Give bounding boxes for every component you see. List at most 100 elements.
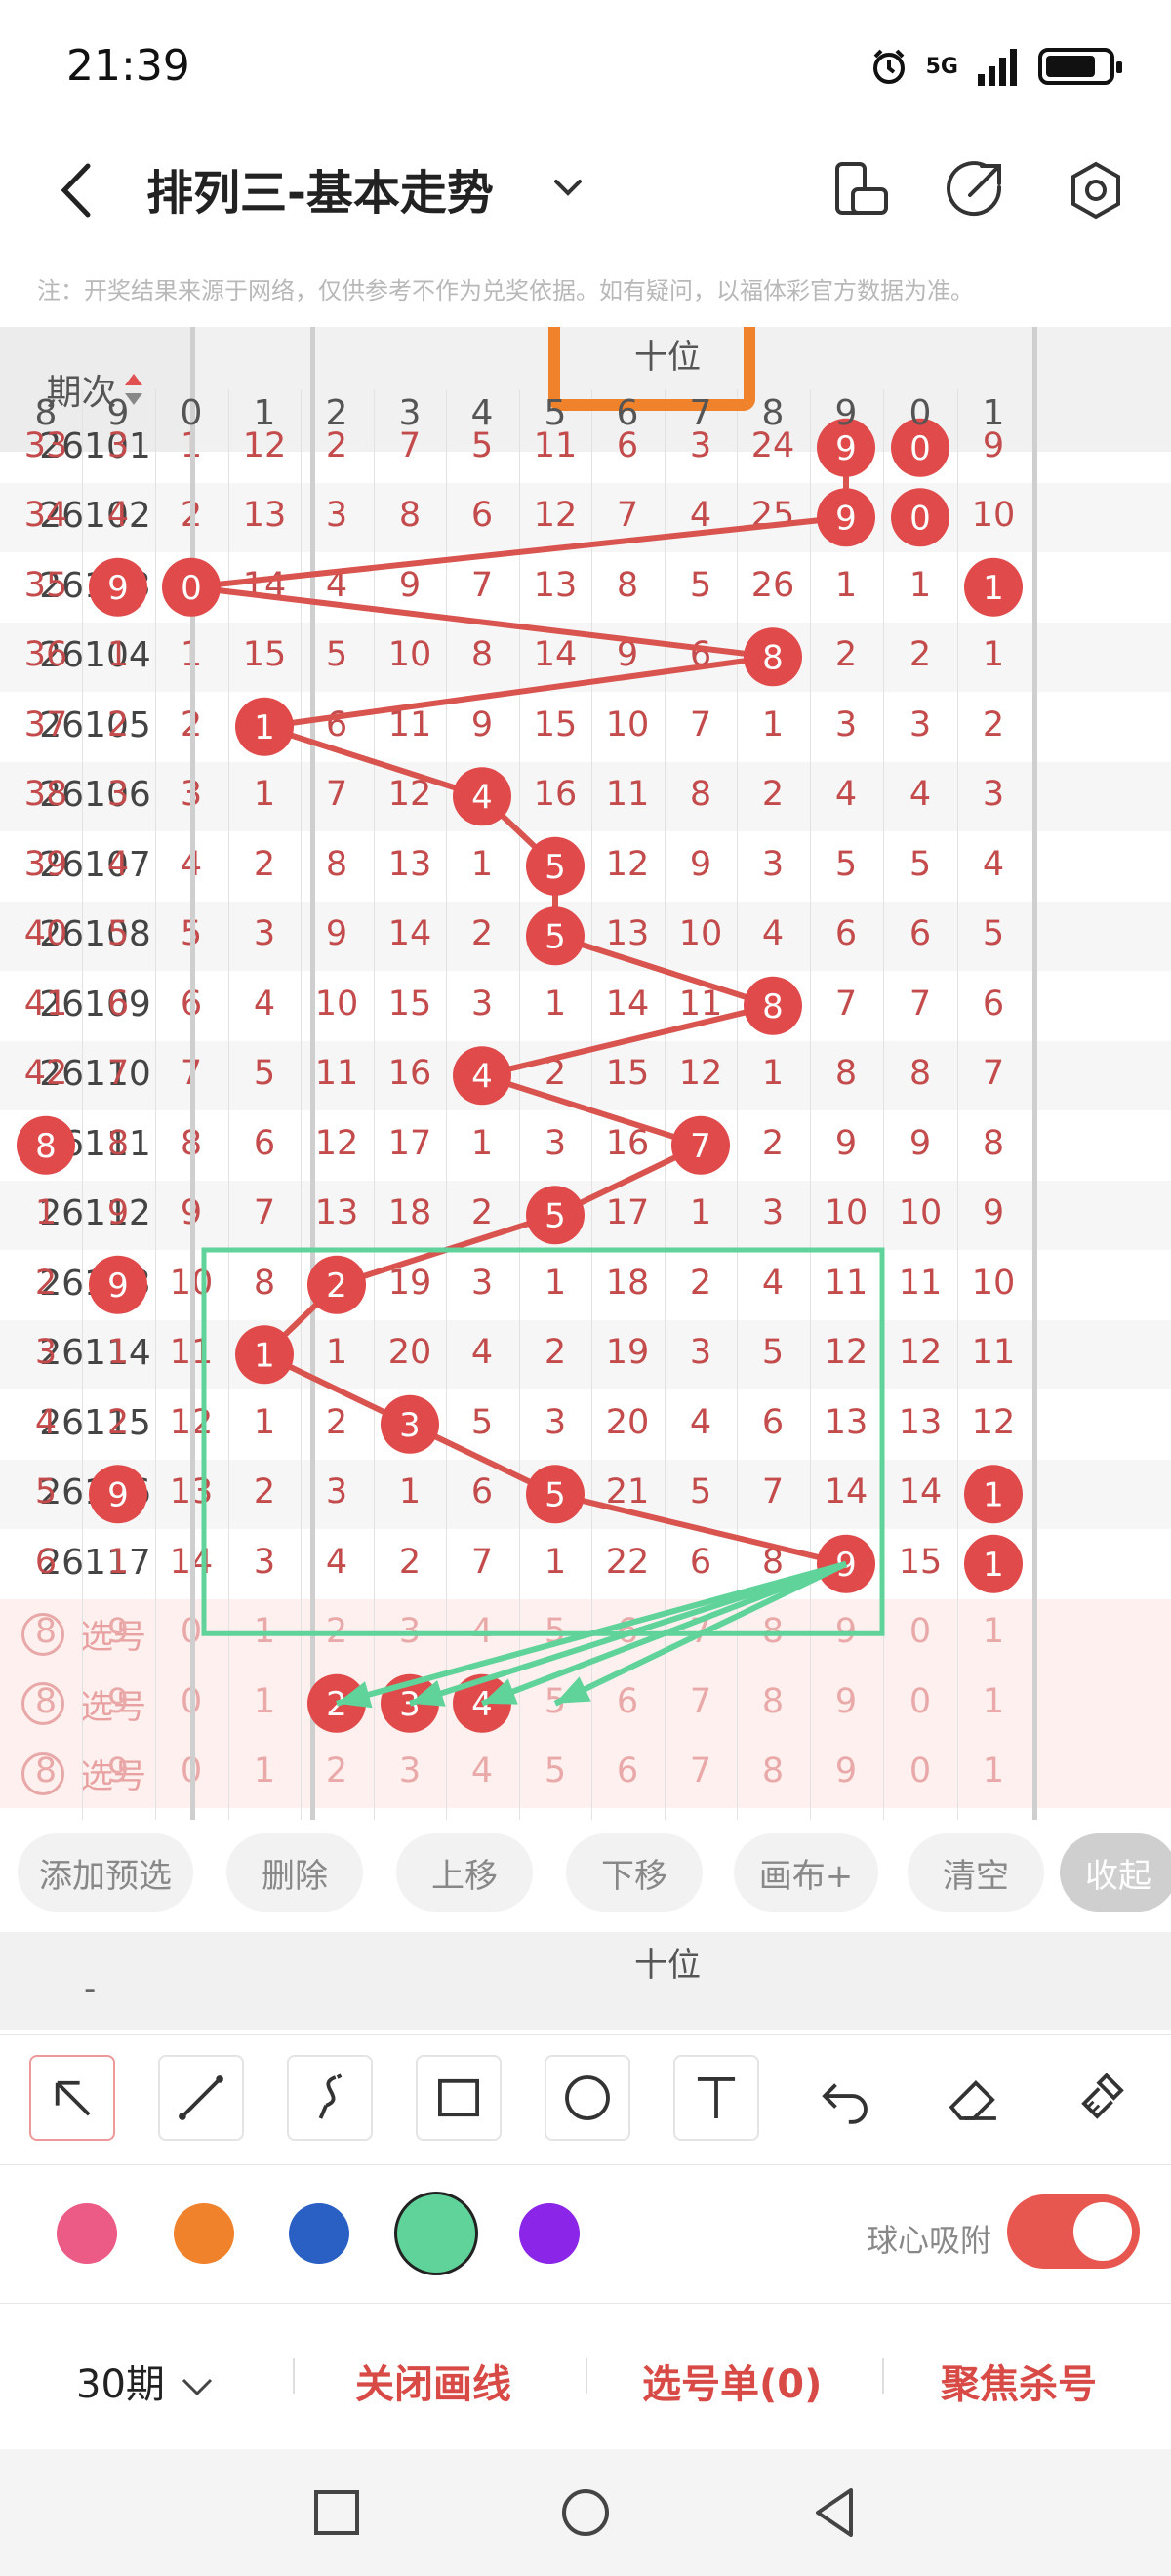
table-cell[interactable]: 15 bbox=[374, 985, 446, 1024]
table-cell[interactable]: 41 bbox=[10, 985, 82, 1024]
table-cell[interactable]: 9 bbox=[446, 705, 518, 745]
table-cell[interactable]: 1 bbox=[957, 1543, 1030, 1582]
table-cell[interactable]: 3 bbox=[737, 1193, 809, 1232]
color-swatch-3[interactable] bbox=[394, 2192, 478, 2275]
action-button-3[interactable]: 下移 bbox=[566, 1833, 703, 1912]
table-cell[interactable]: 15 bbox=[519, 705, 591, 745]
table-cell[interactable]: 5 bbox=[519, 845, 591, 884]
table-cell[interactable]: 3 bbox=[519, 1403, 591, 1442]
action-button-1[interactable]: 删除 bbox=[226, 1833, 363, 1912]
table-cell[interactable]: 3 bbox=[957, 775, 1030, 814]
table-cell[interactable]: 2 bbox=[957, 705, 1030, 745]
table-cell[interactable]: 12 bbox=[374, 775, 446, 814]
table-cell[interactable]: 8 bbox=[737, 1543, 809, 1582]
table-cell[interactable]: 37 bbox=[10, 705, 82, 745]
table-cell[interactable]: 4 bbox=[446, 1054, 518, 1093]
text-tool[interactable] bbox=[673, 2055, 759, 2141]
table-cell[interactable]: 6 bbox=[810, 914, 882, 953]
table-cell[interactable]: 8 bbox=[957, 1124, 1030, 1163]
table-cell[interactable]: 8 bbox=[737, 985, 809, 1024]
recent-apps-icon[interactable] bbox=[303, 2478, 371, 2547]
table-cell[interactable]: 5 bbox=[228, 1054, 301, 1093]
table-cell[interactable]: 5 bbox=[810, 845, 882, 884]
pick-number[interactable]: 0 bbox=[884, 1682, 956, 1721]
pick-number[interactable]: 9 bbox=[810, 1682, 882, 1721]
table-cell[interactable]: 7 bbox=[228, 1193, 301, 1232]
pick-number[interactable]: 1 bbox=[957, 1612, 1030, 1651]
table-cell[interactable]: 1 bbox=[446, 1124, 518, 1163]
table-cell[interactable]: 19 bbox=[374, 1264, 446, 1303]
undo-icon[interactable] bbox=[802, 2055, 888, 2141]
table-cell[interactable]: 6 bbox=[446, 1472, 518, 1511]
rectangle-tool[interactable] bbox=[416, 2055, 502, 2141]
table-cell[interactable]: 26 bbox=[737, 566, 809, 605]
table-cell[interactable]: 3 bbox=[665, 1333, 737, 1372]
table-cell[interactable]: 14 bbox=[228, 566, 301, 605]
pick-number[interactable]: 9 bbox=[82, 1751, 154, 1791]
table-cell[interactable]: 7 bbox=[591, 496, 664, 535]
table-cell[interactable]: 1 bbox=[519, 1264, 591, 1303]
share-icon[interactable] bbox=[943, 158, 1007, 222]
table-cell[interactable]: 12 bbox=[810, 1333, 882, 1372]
table-cell[interactable]: 9 bbox=[884, 1124, 956, 1163]
table-cell[interactable]: 9 bbox=[591, 635, 664, 674]
table-cell[interactable]: 6 bbox=[446, 496, 518, 535]
close-draw-button[interactable]: 关闭画线 bbox=[355, 2353, 511, 2409]
table-cell[interactable]: 4 bbox=[10, 1403, 82, 1442]
table-cell[interactable]: 3 bbox=[10, 1333, 82, 1372]
table-cell[interactable]: 4 bbox=[665, 1403, 737, 1442]
pick-number[interactable]: 7 bbox=[665, 1751, 737, 1791]
table-cell[interactable]: 1 bbox=[519, 1543, 591, 1582]
pick-number[interactable]: 7 bbox=[665, 1612, 737, 1651]
table-cell[interactable]: 34 bbox=[10, 496, 82, 535]
table-cell[interactable]: 1 bbox=[228, 1403, 301, 1442]
table-cell[interactable]: 4 bbox=[228, 985, 301, 1024]
table-cell[interactable]: 42 bbox=[10, 1054, 82, 1093]
table-cell[interactable]: 3 bbox=[737, 845, 809, 884]
color-swatch-1[interactable] bbox=[174, 2203, 234, 2264]
table-cell[interactable]: 10 bbox=[957, 1264, 1030, 1303]
table-cell[interactable]: 8 bbox=[10, 1124, 82, 1163]
pick-number[interactable]: 1 bbox=[228, 1682, 301, 1721]
table-cell[interactable]: 14 bbox=[810, 1472, 882, 1511]
pick-number[interactable]: 3 bbox=[374, 1682, 446, 1721]
pick-number[interactable]: 1 bbox=[957, 1751, 1030, 1791]
table-cell[interactable]: 22 bbox=[591, 1543, 664, 1582]
table-cell[interactable]: 8 bbox=[665, 775, 737, 814]
table-cell[interactable]: 20 bbox=[591, 1403, 664, 1442]
table-cell[interactable]: 8 bbox=[810, 1054, 882, 1093]
action-button-0[interactable]: 添加预选 bbox=[18, 1833, 193, 1912]
table-cell[interactable]: 9 bbox=[82, 1472, 154, 1511]
color-swatch-4[interactable] bbox=[519, 2203, 580, 2264]
table-cell[interactable]: 6 bbox=[228, 1124, 301, 1163]
table-cell[interactable]: 9 bbox=[810, 496, 882, 535]
pick-number[interactable]: 1 bbox=[957, 1682, 1030, 1721]
table-cell[interactable]: 16 bbox=[519, 775, 591, 814]
table-cell[interactable]: 10 bbox=[884, 1193, 956, 1232]
pick-list-button[interactable]: 选号单(0) bbox=[642, 2353, 822, 2409]
table-cell[interactable]: 10 bbox=[810, 1193, 882, 1232]
color-swatch-0[interactable] bbox=[57, 2203, 117, 2264]
table-cell[interactable]: 8 bbox=[374, 496, 446, 535]
table-cell[interactable]: 2 bbox=[737, 775, 809, 814]
table-cell[interactable]: 2 bbox=[810, 635, 882, 674]
color-swatch-2[interactable] bbox=[289, 2203, 349, 2264]
table-cell[interactable]: 7 bbox=[446, 566, 518, 605]
table-cell[interactable]: 3 bbox=[810, 705, 882, 745]
back-icon[interactable] bbox=[49, 158, 107, 222]
curve-tool[interactable] bbox=[287, 2055, 373, 2141]
table-cell[interactable]: 1 bbox=[82, 1333, 154, 1372]
table-cell[interactable]: 1 bbox=[957, 1472, 1030, 1511]
table-cell[interactable]: 5 bbox=[519, 1193, 591, 1232]
table-cell[interactable]: 9 bbox=[810, 1543, 882, 1582]
pick-number[interactable]: 8 bbox=[10, 1682, 82, 1721]
table-cell[interactable]: 18 bbox=[591, 1264, 664, 1303]
focus-kill-button[interactable]: 聚焦杀号 bbox=[941, 2353, 1097, 2409]
table-cell[interactable]: 4 bbox=[665, 496, 737, 535]
table-cell[interactable]: 9 bbox=[82, 1264, 154, 1303]
table-cell[interactable]: 6 bbox=[10, 1543, 82, 1582]
table-cell[interactable]: 5 bbox=[519, 914, 591, 953]
table-cell[interactable]: 8 bbox=[737, 635, 809, 674]
table-cell[interactable]: 35 bbox=[10, 566, 82, 605]
table-cell[interactable]: 2 bbox=[884, 635, 956, 674]
